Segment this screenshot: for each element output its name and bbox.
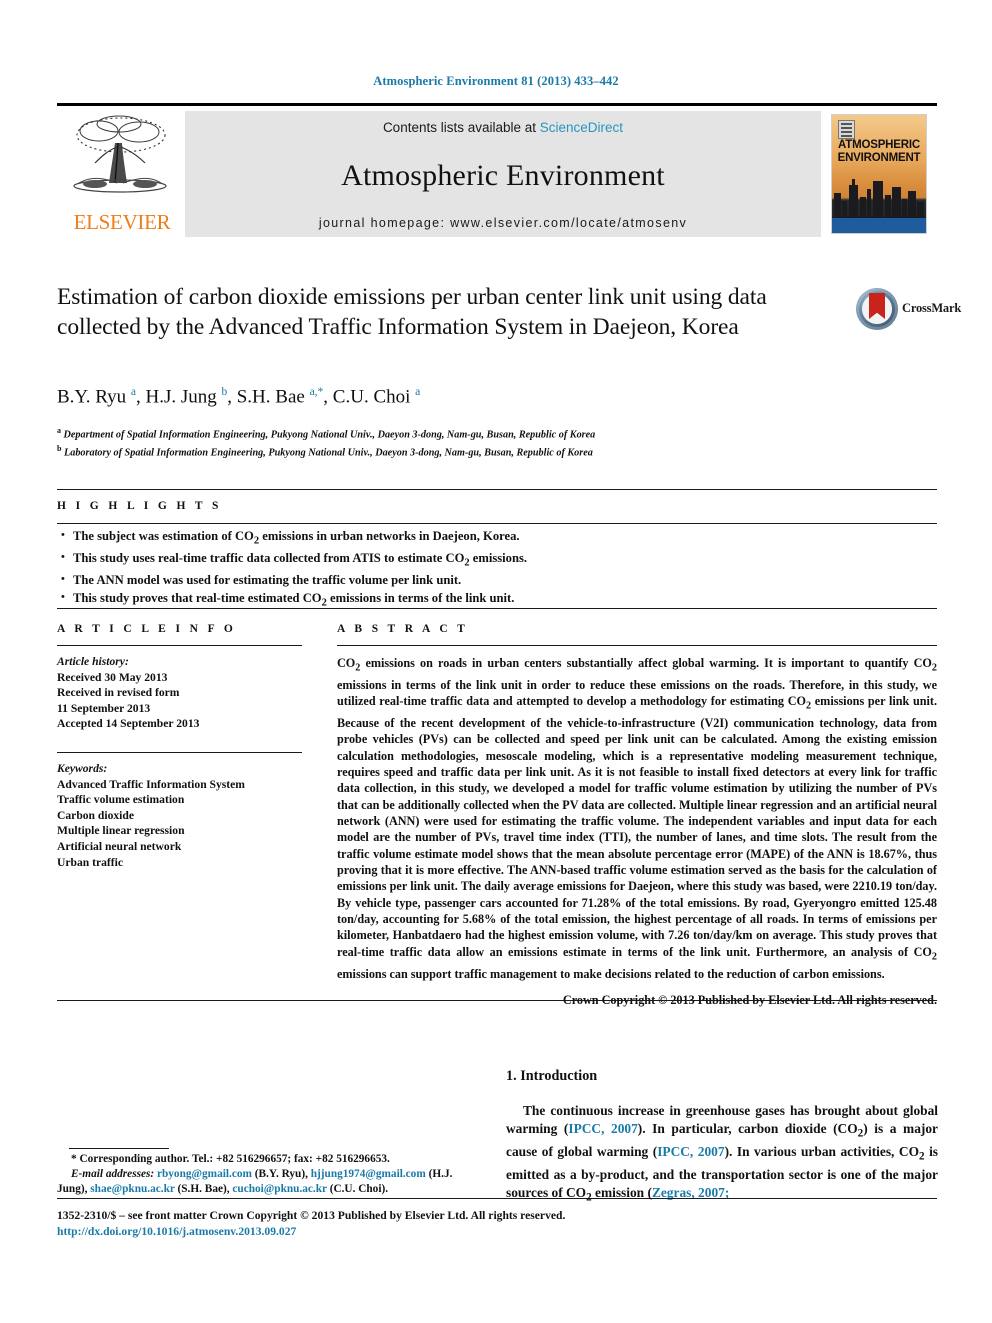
citation-ipcc-2[interactable]: IPCC, 2007 [657,1144,724,1159]
email-link-ryu[interactable]: rbyong@gmail.com [157,1168,252,1180]
elsevier-wordmark: ELSEVIER [73,210,171,234]
issn-copyright-line: 1352-2310/$ – see front matter Crown Cop… [57,1209,566,1222]
keyword: Carbon dioxide [57,808,134,822]
highlights-rule-mid [57,523,937,524]
abstract-heading: A B S T R A C T [337,623,469,635]
keyword: Artificial neural network [57,839,182,853]
footer-separator [57,1198,937,1199]
history-revised-label: Received in revised form [57,686,180,700]
article-info-rule [57,645,302,646]
elsevier-tree-icon [73,115,167,193]
highlights-heading: H I G H L I G H T S [57,500,222,512]
history-revised-date: 11 September 2013 [57,701,151,715]
keywords-rule [57,751,302,753]
highlight-text: This study uses real-time traffic data c… [73,551,528,569]
introduction-paragraph: The continuous increase in greenhouse ga… [506,1102,938,1207]
author-list: B.Y. Ryu a, H.J. Jung b, S.H. Bae a,*, C… [57,386,421,408]
email-link-jung[interactable]: hjjung1974@gmail.com [311,1168,426,1180]
abstract-rule-bottom [57,1000,937,1001]
email-link-bae[interactable]: shae@pknu.ac.kr [90,1183,174,1195]
list-item: The ANN model was used for estimating th… [60,571,920,590]
email-name-bae: (S.H. Bae), [177,1183,230,1196]
masthead-center: Contents lists available at ScienceDirec… [185,111,821,237]
cover-water-band [832,218,926,233]
doi-link[interactable]: http://dx.doi.org/10.1016/j.atmosenv.201… [57,1224,937,1240]
email-addresses-note: E-mail addresses: rbyong@gmail.com (B.Y.… [57,1167,477,1197]
email-label: E-mail addresses: [71,1168,155,1181]
history-received: Received 30 May 2013 [57,670,168,684]
keywords-label: Keywords: [57,761,108,775]
affiliation-a: a Department of Spatial Information Engi… [57,426,596,441]
keyword: Traffic volume estimation [57,793,185,807]
contents-list-line: Contents lists available at ScienceDirec… [383,120,623,135]
page-footer: 1352-2310/$ – see front matter Crown Cop… [57,1208,937,1239]
article-first-page: Atmospheric Environment 81 (2013) 433–44… [0,0,992,1323]
article-history: Article history: Received 30 May 2013 Re… [57,654,302,732]
footnote-block: * Corresponding author. Tel.: +82 516296… [57,1152,477,1198]
running-head: Atmospheric Environment 81 (2013) 433–44… [373,74,619,88]
crossmark-badge[interactable]: CrossMark [856,288,961,334]
article-info-block: A R T I C L E I N F O Article history: R… [57,623,302,870]
elsevier-logo: ELSEVIER [57,111,185,237]
highlights-rule-top [57,489,937,490]
highlights-rule-bottom [57,608,937,609]
keyword: Urban traffic [57,855,124,869]
journal-masthead: ELSEVIER Contents lists available at Sci… [57,103,937,240]
contents-prefix: Contents lists available at [382,120,540,135]
affiliation-b: b Laboratory of Spatial Information Engi… [57,443,593,459]
journal-cover-image: ATMOSPHERIC ENVIRONMENT [831,114,927,234]
footnote-separator [69,1148,169,1149]
highlight-text: The ANN model was used for estimating th… [73,573,462,588]
journal-homepage-link[interactable]: journal homepage: www.elsevier.com/locat… [319,216,687,230]
crossmark-label: CrossMark [902,301,962,315]
page-title: Estimation of carbon dioxide emissions p… [57,284,767,340]
citation-ipcc-1[interactable]: IPCC, 2007 [568,1121,637,1136]
email-name-ryu: (B.Y. Ryu), [254,1168,308,1181]
introduction-section: 1. Introduction The continuous increase … [506,1068,938,1207]
affiliations: a Department of Spatial Information Engi… [57,424,857,460]
cover-title: ATMOSPHERIC ENVIRONMENT [837,139,921,164]
email-link-choi[interactable]: cuchoi@pknu.ac.kr [232,1183,326,1195]
crossmark-circle-icon [856,288,898,330]
abstract-text: CO2 emissions on roads in urban centers … [337,656,938,981]
sciencedirect-link[interactable]: ScienceDirect [540,120,623,135]
title-block: Estimation of carbon dioxide emissions p… [57,282,847,342]
article-history-label: Article history: [57,655,129,668]
history-accepted: Accepted 14 September 2013 [57,717,200,731]
highlight-text: This study proves that real-time estimat… [73,590,515,609]
list-item: The subject was estimation of CO2 emissi… [60,527,920,550]
keywords-block: Keywords: Advanced Traffic Information S… [57,761,302,870]
journal-cover-thumbnail[interactable]: ATMOSPHERIC ENVIRONMENT [821,111,937,237]
email-name-choi: (C.U. Choi). [329,1183,389,1196]
introduction-heading: 1. Introduction [506,1068,598,1084]
article-info-heading: A R T I C L E I N F O [57,623,237,635]
journal-title: Atmospheric Environment [341,158,665,192]
abstract-block: A B S T R A C T CO2 emissions on roads i… [337,623,937,1008]
corresponding-author-note: * Corresponding author. Tel.: +82 516296… [71,1153,390,1165]
keyword: Multiple linear regression [57,824,185,838]
cover-badge-icon [838,120,855,139]
abstract-rule [337,645,937,646]
highlights-list: The subject was estimation of CO2 emissi… [60,527,920,612]
highlight-text: The subject was estimation of CO2 emissi… [73,529,520,547]
list-item: This study uses real-time traffic data c… [60,549,920,572]
keyword: Advanced Traffic Information System [57,777,245,791]
